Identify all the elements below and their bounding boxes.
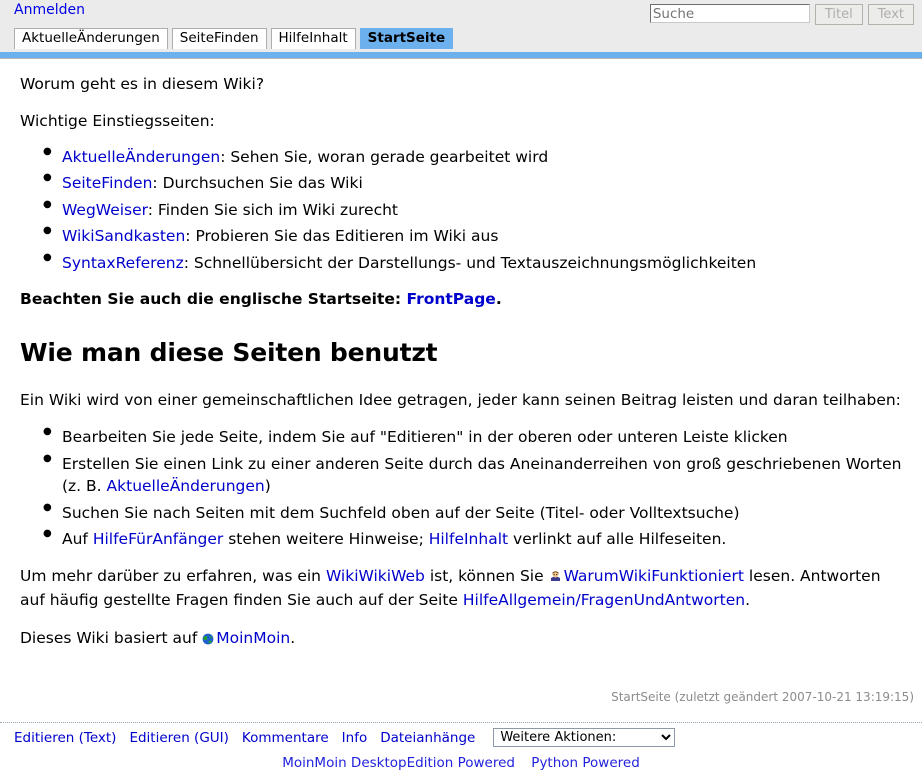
search-form: Titel Text <box>649 4 914 25</box>
action-edit-gui[interactable]: Editieren (GUI) <box>129 730 228 746</box>
list-item: Suchen Sie nach Seiten mit dem Suchfeld … <box>43 501 904 524</box>
search-title-button[interactable]: Titel <box>814 4 863 25</box>
more-end: . <box>745 591 751 610</box>
list-item: SyntaxReferenz: Schnellübersicht der Dar… <box>43 251 904 274</box>
based-on-post: . <box>290 628 296 647</box>
link-frontpage[interactable]: FrontPage <box>406 290 495 308</box>
tab-seitefinden[interactable]: SeiteFinden <box>171 28 267 49</box>
based-on-paragraph: Dieses Wiki basiert auf MoinMoin. <box>20 627 904 651</box>
footer-action-bar: Editieren (Text) Editieren (GUI) Komment… <box>0 723 922 748</box>
more-mid: ist, können Sie <box>424 566 549 585</box>
link-aktuelleaenderungen[interactable]: AktuelleÄnderungen <box>62 148 220 166</box>
list-item: WikiSandkasten: Probieren Sie das Editie… <box>43 224 904 247</box>
link-hilfeallgemein-fragenundantworten[interactable]: HilfeAllgemein/FragenUndAntworten <box>463 591 745 609</box>
tab-hilfeinhalt[interactable]: HilfeInhalt <box>270 28 356 49</box>
tab-startseite[interactable]: StartSeite <box>359 28 454 49</box>
page-info: StartSeite (zuletzt geändert 2007-10-21 … <box>611 690 914 705</box>
list-item-text: : Schnellübersicht der Darstellungs- und… <box>183 253 757 272</box>
action-edit-text[interactable]: Editieren (Text) <box>14 730 116 746</box>
howto-text-4-pre: Auf <box>62 530 93 549</box>
list-item-text: : Probieren Sie das Editieren im Wiki au… <box>185 227 499 246</box>
list-item-text: : Finden Sie sich im Wiki zurecht <box>147 200 399 219</box>
link-wikiwikiweb[interactable]: WikiWikiWeb <box>326 567 425 585</box>
more-actions-select[interactable]: Weitere Aktionen: <box>493 728 676 748</box>
link-syntaxreferenz[interactable]: SyntaxReferenz <box>62 254 184 272</box>
navigation-tabs: AktuelleÄnderungen SeiteFinden HilfeInha… <box>14 28 454 49</box>
link-hilfefueranfaenger[interactable]: HilfeFürAnfänger <box>93 530 223 548</box>
page-content: Worum geht es in diesem Wiki? Wichtige E… <box>0 59 922 651</box>
list-item-text: : Durchsuchen Sie das Wiki <box>152 174 363 193</box>
link-wegweiser[interactable]: WegWeiser <box>62 201 148 219</box>
list-item: SeiteFinden: Durchsuchen Sie das Wiki <box>43 171 904 194</box>
section-intro: Ein Wiki wird von einer gemeinschaftlich… <box>20 391 901 409</box>
link-seitefinden[interactable]: SeiteFinden <box>62 174 152 192</box>
tab-aktuelleaenderungen[interactable]: AktuelleÄnderungen <box>14 28 168 49</box>
howto-list: Bearbeiten Sie jede Seite, indem Sie auf… <box>20 425 904 550</box>
credit-python-powered[interactable]: Python Powered <box>531 755 639 771</box>
howto-text-4-mid: stehen weitere Hinweise; <box>223 530 429 549</box>
link-aktuelleaenderungen-inline[interactable]: AktuelleÄnderungen <box>107 477 265 495</box>
list-item: Bearbeiten Sie jede Seite, indem Sie auf… <box>43 425 904 448</box>
footer-credits: MoinMoin DesktopEdition Powered Python P… <box>0 747 922 771</box>
intro-question: Worum geht es in diesem Wiki? <box>20 75 265 93</box>
more-pre: Um mehr darüber zu erfahren, was ein <box>20 566 326 585</box>
section-title: Wie man diese Seiten benutzt <box>20 337 438 367</box>
howto-text-4-post: verlinkt auf alle Hilfeseiten. <box>508 530 727 549</box>
howto-text-2-post: ) <box>264 477 271 496</box>
search-input[interactable] <box>649 4 810 23</box>
entry-links-list: AktuelleÄnderungen: Sehen Sie, woran ger… <box>20 145 904 274</box>
link-warumwikifunktioniert[interactable]: WarumWikiFunktioniert <box>564 567 744 585</box>
credit-moinmoin-desktopedition[interactable]: MoinMoin DesktopEdition Powered <box>282 755 515 771</box>
english-frontpage-note: Beachten Sie auch die englische Startsei… <box>20 288 904 310</box>
user-bar: Anmelden <box>14 2 85 18</box>
page-header: Anmelden Titel Text AktuelleÄnderungen S… <box>0 0 922 52</box>
list-item: WegWeiser: Finden Sie sich im Wiki zurec… <box>43 198 904 221</box>
list-item: AktuelleÄnderungen: Sehen Sie, woran ger… <box>43 145 904 168</box>
list-item-text: : Sehen Sie, woran gerade gearbeitet wir… <box>220 147 549 166</box>
link-hilfeinhalt-inline[interactable]: HilfeInhalt <box>429 530 508 548</box>
action-info[interactable]: Info <box>342 730 368 746</box>
entry-heading: Wichtige Einstiegsseiten: <box>20 112 215 131</box>
link-wikisandkasten[interactable]: WikiSandkasten <box>62 227 185 245</box>
user-icon <box>548 567 562 589</box>
howto-text-3: Suchen Sie nach Seiten mit dem Suchfeld … <box>62 503 740 522</box>
action-attachments[interactable]: Dateianhänge <box>380 730 475 746</box>
based-on-pre: Dieses Wiki basiert auf <box>20 628 203 647</box>
login-link[interactable]: Anmelden <box>14 2 85 18</box>
search-text-button[interactable]: Text <box>867 4 914 25</box>
action-comments[interactable]: Kommentare <box>242 730 329 746</box>
list-item: Auf HilfeFürAnfänger stehen weitere Hinw… <box>43 527 904 550</box>
link-moinmoin[interactable]: MoinMoin <box>216 629 290 647</box>
note-prefix: Beachten Sie auch die englische Startsei… <box>20 290 407 309</box>
more-info-paragraph: Um mehr darüber zu erfahren, was ein Wik… <box>20 565 904 612</box>
note-suffix: . <box>495 290 502 309</box>
list-item: Erstellen Sie einen Link zu einer andere… <box>43 452 904 498</box>
howto-text-1: Bearbeiten Sie jede Seite, indem Sie auf… <box>62 428 788 447</box>
globe-icon <box>202 629 214 651</box>
